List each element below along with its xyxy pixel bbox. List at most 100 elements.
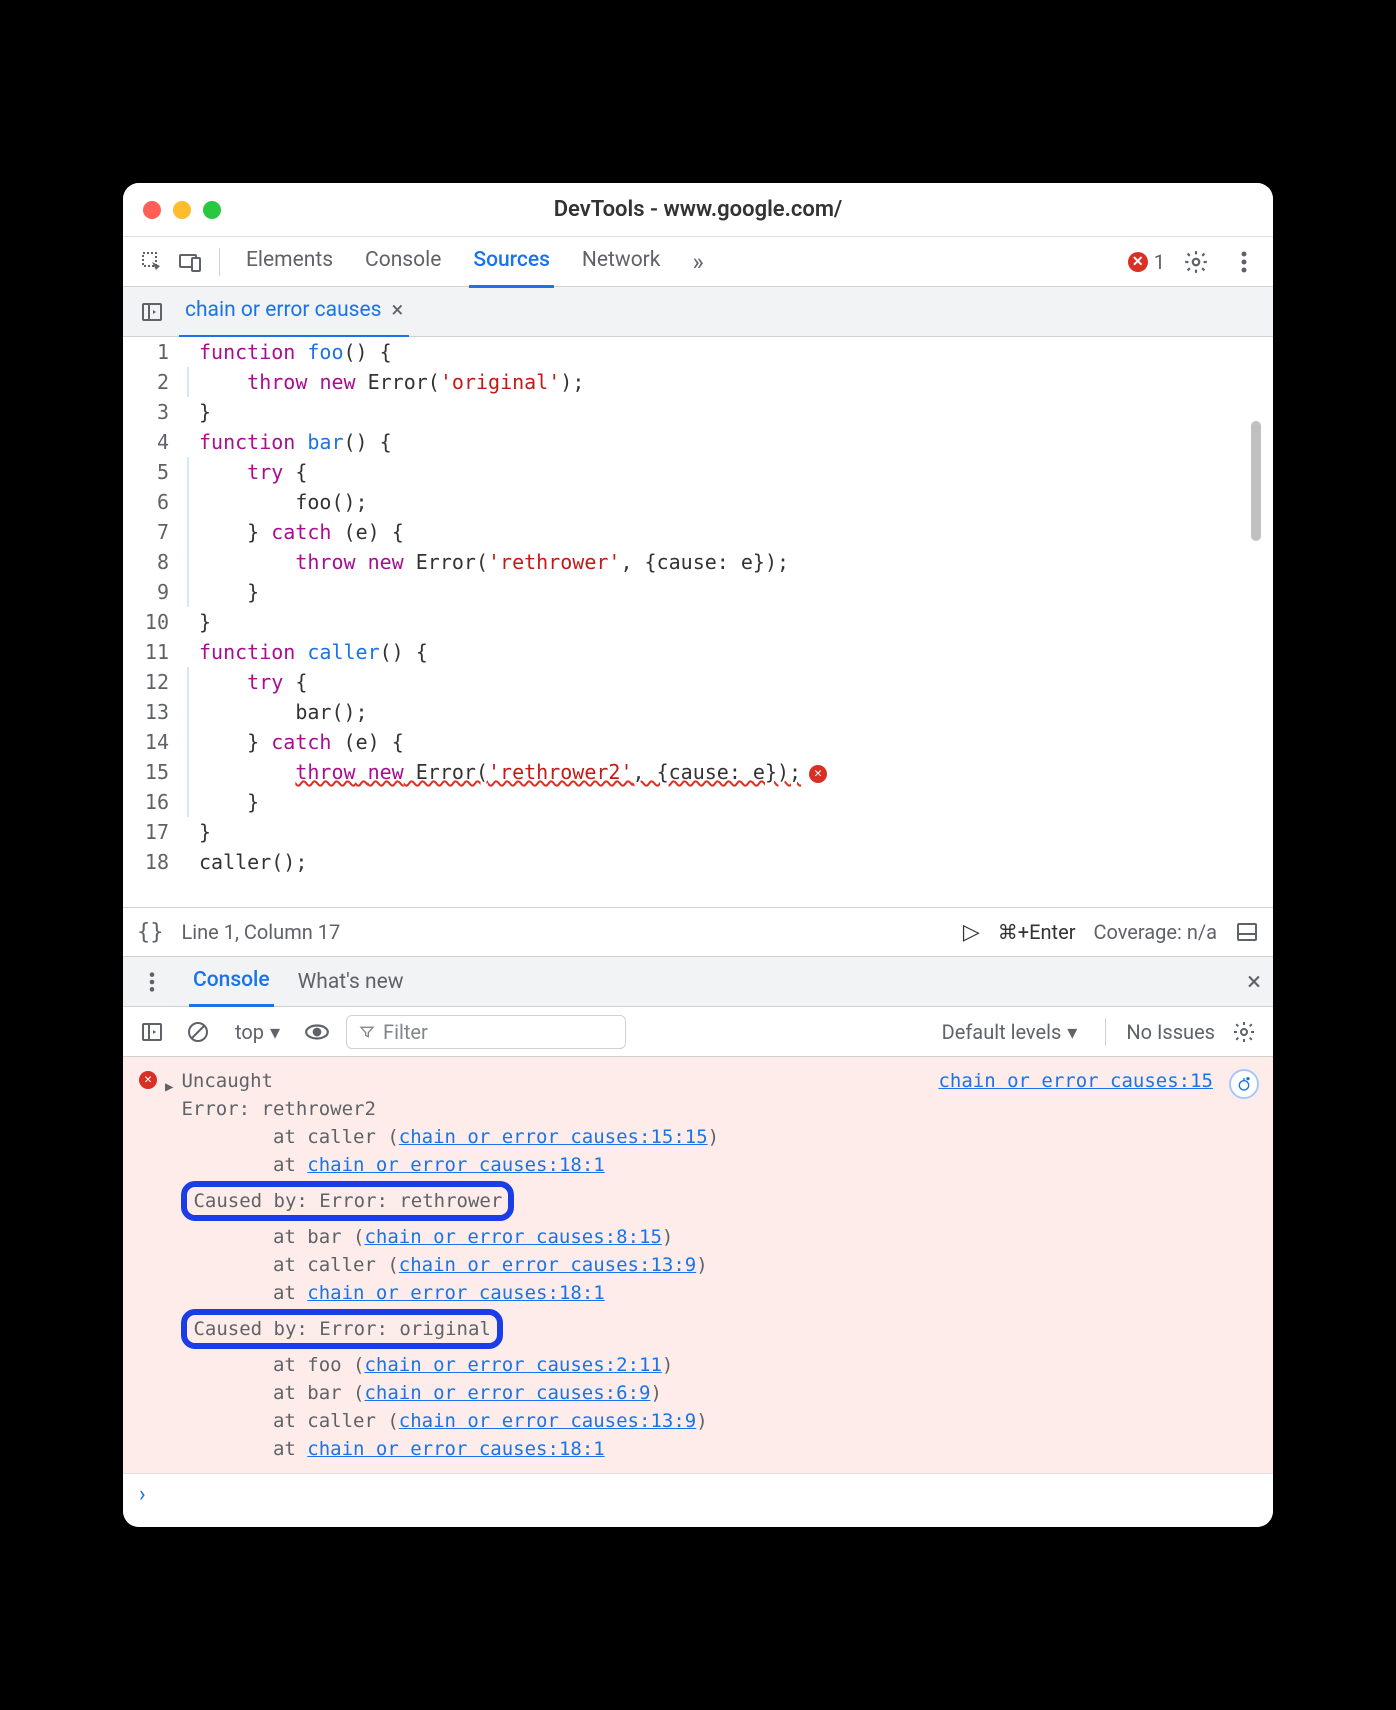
run-icon[interactable]: ▷ (963, 920, 980, 945)
drawer-tab-whatsnew[interactable]: What's new (294, 958, 408, 1006)
console-toolbar: top ▾ Filter Default levels ▾ No Issues (123, 1007, 1273, 1057)
line-number: 11 (123, 637, 169, 667)
console-error-message: ✕ ▶ UncaughtError: rethrower2 at caller … (139, 1067, 1273, 1463)
line-number: 8 (123, 547, 169, 577)
inspect-icon[interactable] (135, 245, 169, 279)
stack-frame-link[interactable]: chain or error causes:18:1 (307, 1282, 604, 1304)
code-line[interactable]: } catch (e) { (187, 517, 1273, 547)
file-tab-name: chain or error causes (185, 298, 381, 322)
context-label: top (235, 1020, 264, 1044)
line-number: 13 (123, 697, 169, 727)
highlight-annotation: Caused by: Error: original (181, 1309, 502, 1349)
file-tab-close-icon[interactable]: × (391, 298, 403, 323)
stack-frame-link[interactable]: chain or error causes:15:15 (399, 1126, 708, 1148)
file-tabs-bar: chain or error causes × (123, 287, 1273, 337)
tab-elements[interactable]: Elements (242, 236, 337, 288)
inline-error-icon[interactable]: ✕ (809, 765, 827, 783)
divider (219, 248, 220, 276)
issues-label[interactable]: No Issues (1126, 1020, 1215, 1044)
console-line: Uncaught (181, 1067, 719, 1095)
drawer-kebab-icon[interactable] (135, 965, 169, 999)
window-title: DevTools - www.google.com/ (143, 197, 1253, 222)
console-line: at caller (chain or error causes:15:15) (181, 1123, 719, 1151)
line-number: 3 (123, 397, 169, 427)
code-line[interactable]: try { (187, 667, 1273, 697)
code-editor[interactable]: 123456789101112131415161718 function foo… (123, 337, 1273, 907)
code-line[interactable]: } (187, 607, 1273, 637)
drawer-tab-console[interactable]: Console (189, 956, 274, 1007)
stack-frame-link[interactable]: chain or error causes:18:1 (307, 1154, 604, 1176)
console-filter-input[interactable]: Filter (346, 1015, 626, 1049)
console-line: at bar (chain or error causes:6:9) (181, 1379, 719, 1407)
code-line[interactable]: caller(); (187, 847, 1273, 877)
execution-context-dropdown[interactable]: top ▾ (227, 1016, 288, 1048)
chevron-down-icon: ▾ (1067, 1020, 1077, 1044)
main-toolbar: Elements Console Sources Network » ✕ 1 (123, 237, 1273, 287)
drawer-close-icon[interactable]: × (1247, 967, 1261, 997)
console-line: at caller (chain or error causes:13:9) (181, 1251, 719, 1279)
code-line[interactable]: function foo() { (187, 337, 1273, 367)
tab-sources[interactable]: Sources (469, 236, 554, 288)
console-output: chain or error causes:15 ✕ ▶ UncaughtErr… (123, 1057, 1273, 1474)
line-number: 5 (123, 457, 169, 487)
console-settings-gear-icon[interactable] (1227, 1015, 1261, 1049)
navigator-toggle-icon[interactable] (135, 295, 169, 329)
error-count: 1 (1154, 250, 1165, 274)
console-line: at chain or error causes:18:1 (181, 1151, 719, 1179)
coverage-status: Coverage: n/a (1093, 920, 1217, 944)
code-line[interactable]: } (187, 577, 1273, 607)
live-expression-icon[interactable] (300, 1015, 334, 1049)
code-line[interactable]: } catch (e) { (187, 727, 1273, 757)
stack-frame-link[interactable]: chain or error causes:8:15 (364, 1226, 661, 1248)
tab-network[interactable]: Network (578, 236, 665, 288)
code-line[interactable]: foo(); (187, 487, 1273, 517)
kebab-menu-icon[interactable] (1227, 245, 1261, 279)
code-line[interactable]: } (187, 397, 1273, 427)
line-number: 16 (123, 787, 169, 817)
code-line[interactable]: } (187, 787, 1273, 817)
minimize-window-button[interactable] (173, 201, 191, 219)
code-line[interactable]: try { (187, 457, 1273, 487)
line-number: 1 (123, 337, 169, 367)
message-source-link[interactable]: chain or error causes:15 (938, 1067, 1213, 1095)
ai-insight-icon[interactable] (1229, 1069, 1259, 1099)
error-count-badge[interactable]: ✕ 1 (1128, 250, 1165, 274)
panel-tabs: Elements Console Sources Network » (242, 236, 708, 288)
tab-console[interactable]: Console (361, 236, 445, 288)
device-toolbar-icon[interactable] (173, 245, 207, 279)
settings-gear-icon[interactable] (1179, 245, 1213, 279)
devtools-window: DevTools - www.google.com/ Elements Cons… (123, 183, 1273, 1527)
code-line[interactable]: function bar() { (187, 427, 1273, 457)
code-line[interactable]: throw new Error('original'); (187, 367, 1273, 397)
console-line: at chain or error causes:18:1 (181, 1435, 719, 1463)
pretty-print-icon[interactable]: {} (137, 920, 164, 945)
log-levels-dropdown[interactable]: Default levels ▾ (934, 1016, 1086, 1048)
clear-console-icon[interactable] (181, 1015, 215, 1049)
stack-frame-link[interactable]: chain or error causes:2:11 (364, 1354, 661, 1376)
expand-icon[interactable]: ▶ (165, 1073, 173, 1101)
stack-frame-link[interactable]: chain or error causes:18:1 (307, 1438, 604, 1460)
console-line: Caused by: Error: original (181, 1307, 719, 1351)
maximize-window-button[interactable] (203, 201, 221, 219)
code-line[interactable]: throw new Error('rethrower2', {cause: e}… (187, 757, 1273, 787)
close-window-button[interactable] (143, 201, 161, 219)
console-input-prompt[interactable]: › (123, 1474, 1273, 1527)
stack-frame-link[interactable]: chain or error causes:13:9 (399, 1254, 696, 1276)
line-gutter: 123456789101112131415161718 (123, 337, 187, 907)
stack-frame-link[interactable]: chain or error causes:13:9 (399, 1410, 696, 1432)
code-line[interactable]: bar(); (187, 697, 1273, 727)
prompt-chevron-icon: › (139, 1482, 146, 1507)
console-line: at foo (chain or error causes:2:11) (181, 1351, 719, 1379)
dock-icon[interactable] (1235, 920, 1259, 944)
window-controls (143, 201, 221, 219)
stack-frame-link[interactable]: chain or error causes:6:9 (364, 1382, 650, 1404)
code-line[interactable]: function caller() { (187, 637, 1273, 667)
code-line[interactable]: } (187, 817, 1273, 847)
code-area[interactable]: function foo() { throw new Error('origin… (187, 337, 1273, 907)
line-number: 4 (123, 427, 169, 457)
code-line[interactable]: throw new Error('rethrower', {cause: e})… (187, 547, 1273, 577)
file-tab-active[interactable]: chain or error causes × (179, 286, 409, 338)
tabs-overflow-icon[interactable]: » (688, 236, 707, 288)
console-sidebar-toggle-icon[interactable] (135, 1015, 169, 1049)
scrollbar-thumb[interactable] (1251, 421, 1261, 541)
